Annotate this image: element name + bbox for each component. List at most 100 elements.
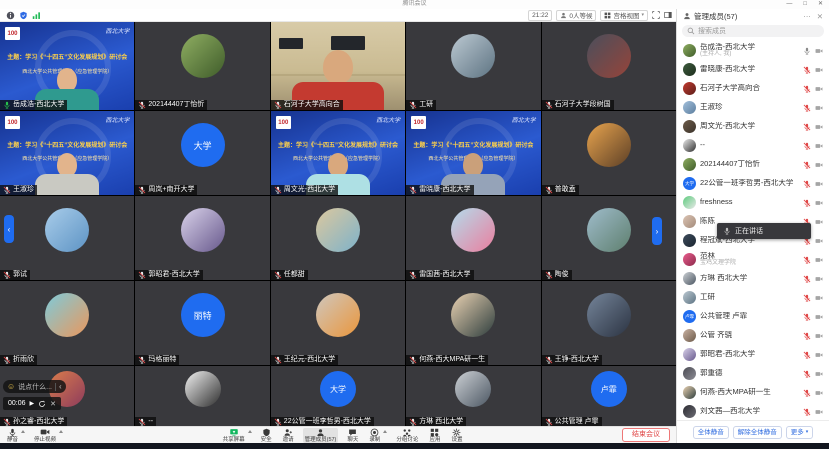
member-row[interactable]: 王淑珍 xyxy=(677,98,829,117)
member-row[interactable]: 周文光-西北大学 xyxy=(677,117,829,136)
member-row[interactable]: 范林宝鸡文理学院 xyxy=(677,250,829,269)
video-tile[interactable]: 大学周岚+南开大学 xyxy=(135,111,269,195)
video-tile[interactable]: 王纪元-西北大学 xyxy=(271,281,405,365)
camera-icon[interactable] xyxy=(815,275,823,283)
close-voice-icon[interactable]: ✕ xyxy=(50,400,56,408)
toolbar-members-button[interactable]: 管理成员(57) xyxy=(303,428,339,443)
camera-icon[interactable] xyxy=(815,180,823,188)
chevron-up-icon[interactable] xyxy=(248,430,252,433)
member-row[interactable]: 公管 齐骁 xyxy=(677,326,829,345)
grid-next-page-button[interactable]: › xyxy=(652,217,662,245)
more-actions-button[interactable]: 更多 ▾ xyxy=(786,426,814,439)
video-tile[interactable]: 王铮-西北大学 xyxy=(542,281,676,365)
minimize-button[interactable]: — xyxy=(786,0,792,9)
camera-icon[interactable] xyxy=(815,85,823,93)
video-tile[interactable]: 100西北大学主题：学习《“十四五”文化发展规划》研讨会西北大学公共管理学院（应… xyxy=(0,22,134,110)
member-row[interactable]: 卢霏公共管理 卢霏 xyxy=(677,307,829,326)
rerecord-icon[interactable] xyxy=(38,400,46,408)
camera-icon[interactable] xyxy=(815,123,823,131)
video-tile[interactable]: 任都甜 xyxy=(271,196,405,280)
video-tile[interactable]: 石河子大学高向合 xyxy=(271,22,405,110)
mic-muted-icon[interactable] xyxy=(803,199,811,207)
camera-icon[interactable] xyxy=(815,370,823,378)
member-row[interactable]: 岳成浩-西北大学(主持人, 我) xyxy=(677,41,829,60)
mic-muted-icon[interactable] xyxy=(803,370,811,378)
quick-chat-bar[interactable]: ☺ 说点什么... ‹ xyxy=(3,380,66,393)
toolbar-record-button[interactable]: 录制 xyxy=(367,428,387,443)
mic-muted-icon[interactable] xyxy=(803,294,811,302)
video-tile[interactable]: 100西北大学主题：学习《“十四五”文化发展规划》研讨会西北大学公共管理学院（应… xyxy=(0,111,134,195)
chevron-up-icon[interactable] xyxy=(59,430,63,433)
toolbar-shield-button[interactable]: 安全 xyxy=(259,428,274,443)
camera-icon[interactable] xyxy=(815,237,823,245)
toolbar-mic-button[interactable]: 静音 xyxy=(5,428,25,443)
camera-icon[interactable] xyxy=(815,389,823,397)
video-tile[interactable]: 100西北大学主题：学习《“十四五”文化发展规划》研讨会西北大学公共管理学院（应… xyxy=(271,111,405,195)
video-tile[interactable]: 何燕-西大MPA研一生 xyxy=(406,281,540,365)
camera-icon[interactable] xyxy=(815,47,823,55)
member-row[interactable]: 大学22公管一班李哲男-西北大学 xyxy=(677,174,829,193)
camera-icon[interactable] xyxy=(815,351,823,359)
video-tile[interactable]: 石河子大学段树国 xyxy=(542,22,676,110)
video-tile[interactable]: 卢霏公共管理 卢霏 xyxy=(542,366,676,427)
video-tile[interactable]: 202144407丁怡忻 xyxy=(135,22,269,110)
chevron-up-icon[interactable] xyxy=(383,430,387,433)
member-row[interactable]: 雷晓康-西北大学 xyxy=(677,60,829,79)
emoji-icon[interactable]: ☺ xyxy=(7,383,15,391)
unmute-all-button[interactable]: 解除全体静音 xyxy=(733,426,782,439)
camera-icon[interactable] xyxy=(815,408,823,416)
meeting-info-icon[interactable] xyxy=(6,11,15,20)
member-row[interactable]: 石河子大学高向合 xyxy=(677,79,829,98)
camera-icon[interactable] xyxy=(815,313,823,321)
video-tile[interactable]: 丽特玛格丽特 xyxy=(135,281,269,365)
mic-muted-icon[interactable] xyxy=(803,85,811,93)
chevron-up-icon[interactable] xyxy=(21,430,25,433)
camera-icon[interactable] xyxy=(815,256,823,264)
mic-muted-icon[interactable] xyxy=(803,123,811,131)
member-search-input[interactable]: 搜索成员 xyxy=(682,25,824,37)
chat-input[interactable]: 说点什么... xyxy=(18,382,52,392)
video-tile[interactable]: 雷国茜-西北大学 xyxy=(406,196,540,280)
close-button[interactable]: ✕ xyxy=(818,0,823,9)
mic-muted-icon[interactable] xyxy=(803,161,811,169)
video-tile[interactable]: 郭试 xyxy=(0,196,134,280)
mic-muted-icon[interactable] xyxy=(803,66,811,74)
grid-prev-page-button[interactable]: ‹ xyxy=(4,215,14,243)
mic-muted-icon[interactable] xyxy=(803,104,811,112)
video-tile[interactable]: 工研 xyxy=(406,22,540,110)
mic-muted-icon[interactable] xyxy=(803,389,811,397)
toolbar-chat-button[interactable]: 聊天 xyxy=(345,428,360,443)
mic-muted-icon[interactable] xyxy=(803,180,811,188)
video-tile[interactable]: 折雨欣 xyxy=(0,281,134,365)
mute-all-button[interactable]: 全体静音 xyxy=(693,426,729,439)
member-row[interactable]: 工研 xyxy=(677,288,829,307)
mic-muted-icon[interactable] xyxy=(803,142,811,150)
play-icon[interactable]: ▶ xyxy=(30,400,35,407)
mic-muted-icon[interactable] xyxy=(803,408,811,416)
toolbar-apps-button[interactable]: 应用 xyxy=(427,428,442,443)
panel-more-icon[interactable]: ⋯ xyxy=(803,12,811,21)
member-row[interactable]: 郭重德 xyxy=(677,364,829,383)
member-row[interactable]: 郭昭君-西北大学 xyxy=(677,345,829,364)
camera-icon[interactable] xyxy=(815,66,823,74)
video-tile[interactable]: 大学22公管一班李哲男-西北大学 xyxy=(271,366,405,427)
toolbar-invite-button[interactable]: 邀请 xyxy=(281,428,296,443)
camera-icon[interactable] xyxy=(815,294,823,302)
member-row[interactable]: 方琳 西北大学 xyxy=(677,269,829,288)
camera-icon[interactable] xyxy=(815,104,823,112)
video-tile[interactable]: 普敢盍 xyxy=(542,111,676,195)
mic-muted-icon[interactable] xyxy=(803,275,811,283)
mic-muted-icon[interactable] xyxy=(803,256,811,264)
mic-muted-icon[interactable] xyxy=(803,313,811,321)
end-meeting-button[interactable]: 结束会议 xyxy=(622,428,670,442)
security-shield-icon[interactable] xyxy=(19,11,28,20)
camera-icon[interactable] xyxy=(815,199,823,207)
video-tile[interactable]: 郭昭君-西北大学 xyxy=(135,196,269,280)
video-tile[interactable]: 方琳 西北大学 xyxy=(406,366,540,427)
toggle-sidebar-icon[interactable] xyxy=(664,11,672,19)
panel-close-icon[interactable]: ✕ xyxy=(817,12,823,21)
member-row[interactable]: freshness xyxy=(677,193,829,212)
member-row[interactable]: 刘文茜—西北大学 xyxy=(677,402,829,420)
camera-icon[interactable] xyxy=(815,161,823,169)
camera-icon[interactable] xyxy=(815,142,823,150)
